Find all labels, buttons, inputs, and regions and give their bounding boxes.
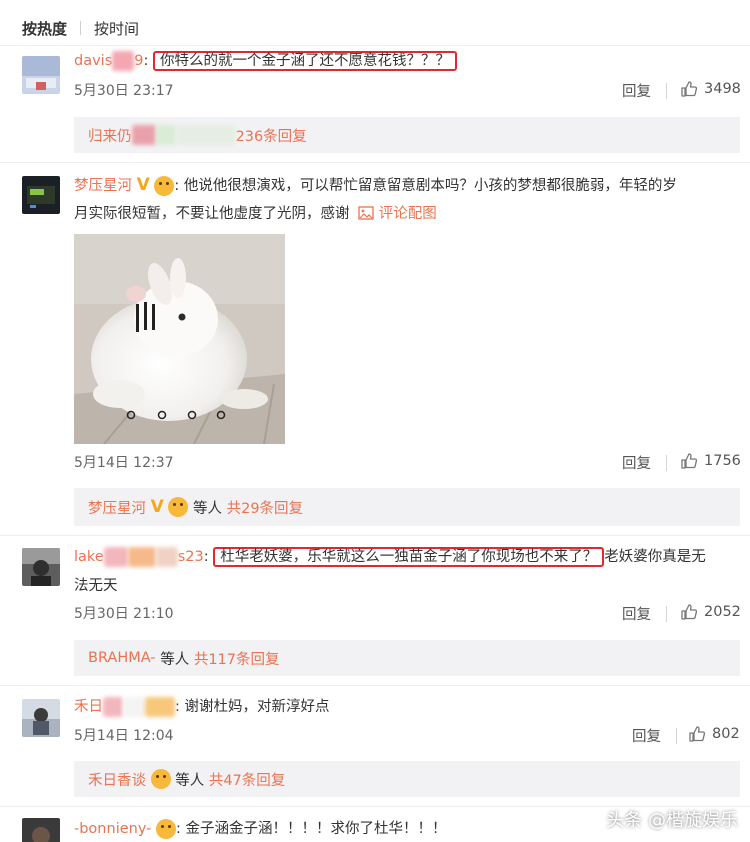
comment-body: 禾日: 谢谢杜妈，对新淳好点 — [74, 697, 330, 717]
comment-image-link[interactable]: 评论配图 — [379, 206, 437, 222]
divider — [0, 685, 750, 686]
image-icon — [358, 206, 374, 220]
reply-summary: BRAHMA- 等人 共117条回复 — [74, 640, 740, 676]
reply-summary-text: 等人 — [193, 500, 222, 517]
avatar[interactable] — [22, 56, 60, 94]
comment-username[interactable]: lake s23 — [74, 547, 204, 567]
comment-date: 5月30日 21:10 — [74, 606, 174, 622]
thumbs-up-icon — [681, 81, 698, 97]
comment-body: davis 9: 你特么的就一个金子涵了还不愿意花钱？？？ — [74, 46, 457, 76]
avatar[interactable] — [22, 176, 60, 214]
like-count: 802 — [712, 726, 740, 742]
tab-by-time[interactable]: 按时间 — [94, 18, 139, 39]
reply-count-link[interactable]: 共117条回复 — [194, 648, 280, 669]
divider — [666, 455, 667, 471]
comment-username[interactable]: 梦压星河 — [74, 178, 132, 194]
comment-date: 5月30日 23:17 — [74, 83, 174, 99]
reply-button[interactable]: 回复 — [622, 80, 651, 101]
reply-username[interactable]: 归来仍 — [88, 125, 132, 146]
reply-count-link[interactable]: 236条回复 — [236, 125, 307, 146]
watermark: 头条 @楷旋娱乐 — [606, 810, 738, 831]
comment-username[interactable]: -bonnieny- — [74, 821, 151, 837]
divider — [666, 83, 667, 99]
comment-body: -bonnieny- : 金子涵金子涵！！！！求你了杜华！！！ — [74, 819, 447, 839]
like-button[interactable]: 1756 — [680, 452, 741, 470]
comment-image[interactable] — [74, 234, 285, 444]
like-count: 2052 — [704, 604, 741, 620]
comment-body: lake s23: 杜华老妖婆，乐华就这么一独苗金子涵了你现场也不来了？ 老妖婆你真… — [74, 547, 706, 567]
divider — [0, 535, 750, 536]
reply-summary-text: 等人 — [160, 651, 190, 668]
reply-button[interactable]: 回复 — [632, 725, 661, 746]
avatar[interactable] — [22, 699, 60, 737]
member-badge-icon — [156, 819, 176, 839]
comment-username[interactable]: 禾日 — [74, 697, 175, 717]
comment-date: 5月14日 12:37 — [74, 455, 174, 471]
like-button[interactable]: 802 — [688, 725, 740, 743]
sort-tabs: 按热度 按时间 — [22, 16, 139, 40]
avatar[interactable] — [22, 818, 60, 842]
reply-summary: 禾日香谈 等人 共47条回复 — [74, 761, 740, 797]
reply-count-link[interactable]: 共47条回复 — [209, 769, 285, 790]
like-count: 3498 — [704, 81, 741, 97]
comment-text: 金子涵金子涵！！！！求你了杜华！！！ — [185, 821, 447, 837]
comment-text: 法无天 — [74, 578, 118, 594]
reply-button[interactable]: 回复 — [622, 452, 651, 473]
divider — [0, 162, 750, 163]
comment-text: 他说他很想演戏，可以帮忙留意留意剧本吗？小孩的梦想都很脆弱，年轻的岁 — [183, 178, 677, 194]
like-button[interactable]: 2052 — [680, 603, 741, 621]
like-button[interactable]: 3498 — [680, 80, 741, 98]
thumbs-up-icon — [681, 453, 698, 469]
member-badge-icon — [168, 497, 189, 517]
comment-text: 杜华老妖婆，乐华就这么一独苗金子涵了你现场也不来了？ — [213, 547, 605, 567]
member-badge-icon — [150, 769, 171, 789]
comment-body-continued: 月实际很短暂，不要让他虚度了光阴，感谢 评论配图 — [74, 199, 437, 229]
member-badge-icon — [154, 176, 175, 196]
reply-summary-text: 等人 — [175, 772, 205, 789]
divider — [676, 728, 677, 744]
thumbs-up-icon — [681, 604, 698, 620]
reply-username[interactable]: 梦压星河 — [88, 497, 146, 518]
like-count: 1756 — [704, 453, 741, 469]
comment-text: 月实际很短暂，不要让他虚度了光阴，感谢 — [74, 206, 350, 222]
reply-button[interactable]: 回复 — [622, 603, 651, 624]
reply-username[interactable]: BRAHMA- — [88, 650, 156, 666]
comment-username[interactable]: davis 9 — [74, 51, 144, 71]
verified-v-icon: V — [136, 175, 150, 195]
thumbs-up-icon — [689, 726, 706, 742]
tab-divider — [80, 21, 82, 35]
comment-text: 你特么的就一个金子涵了还不愿意花钱？？？ — [153, 51, 457, 71]
blurred-username — [112, 51, 135, 71]
reply-username[interactable]: 禾日香谈 — [88, 769, 146, 790]
comment-text-rest: 老妖婆你真是无 — [604, 549, 706, 565]
reply-summary: 归来仍 236条回复 — [74, 117, 740, 153]
comment-date: 5月14日 12:04 — [74, 728, 174, 744]
comment-body: 梦压星河 V : 他说他很想演戏，可以帮忙留意留意剧本吗？小孩的梦想都很脆弱，年… — [74, 175, 677, 196]
tab-by-hot[interactable]: 按热度 — [22, 18, 67, 39]
reply-summary: 梦压星河 V 等人 共29条回复 — [74, 488, 740, 526]
verified-v-icon: V — [150, 497, 164, 517]
divider — [666, 606, 667, 622]
comment-text: 谢谢杜妈，对新淳好点 — [184, 699, 330, 715]
comment-body-continued: 法无天 — [74, 571, 118, 601]
avatar[interactable] — [22, 548, 60, 586]
reply-count-link[interactable]: 共29条回复 — [227, 497, 303, 518]
